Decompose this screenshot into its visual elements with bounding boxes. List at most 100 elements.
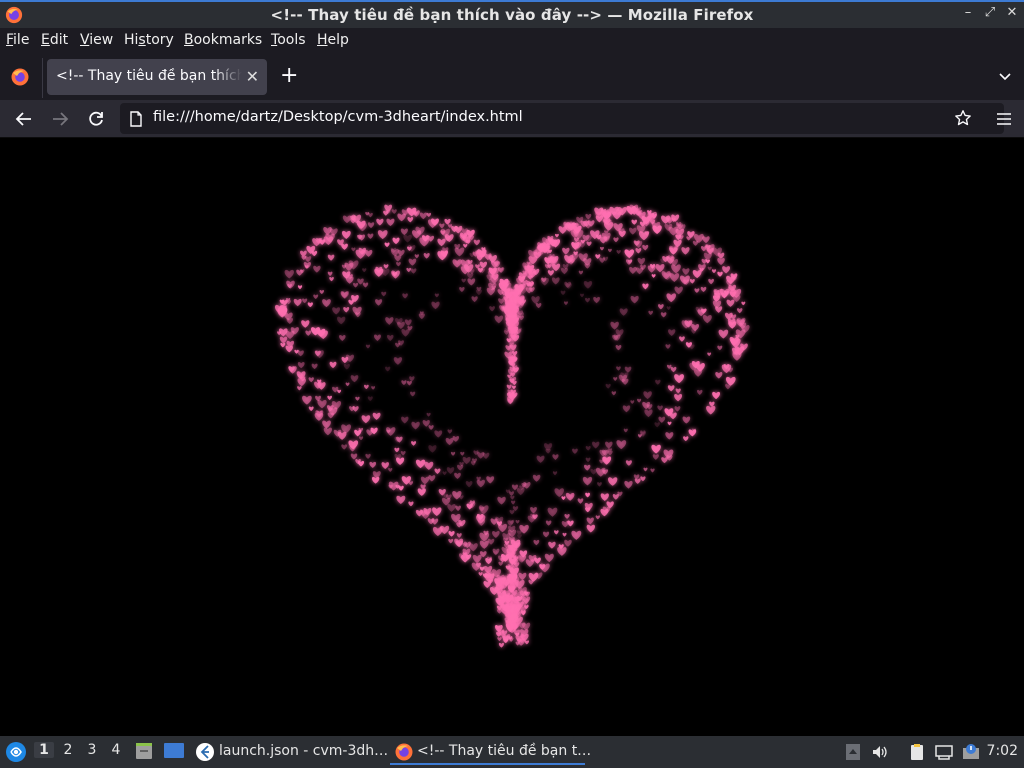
heart-particle xyxy=(339,334,346,341)
tray-up-arrow-icon[interactable] xyxy=(844,743,862,761)
heart-particle xyxy=(394,255,402,262)
heart-particle xyxy=(683,436,689,442)
close-window-button[interactable]: ✕ xyxy=(1002,5,1022,20)
heart-particle xyxy=(385,366,391,372)
heart-particle xyxy=(674,406,681,412)
workspace-4[interactable]: 4 xyxy=(106,742,126,758)
update-notification-icon[interactable] xyxy=(962,743,980,761)
heart-particle xyxy=(327,395,333,401)
heart-animation xyxy=(274,204,750,648)
page-content[interactable] xyxy=(0,138,1024,736)
chevron-down-icon[interactable] xyxy=(998,70,1012,84)
taskbar: 1 2 3 4 launch.json - cvm-3dh… <!-- Thay… xyxy=(0,736,1024,768)
heart-particle xyxy=(478,572,483,577)
bookmark-star-icon[interactable] xyxy=(954,109,972,127)
heart-particle xyxy=(660,312,667,318)
file-manager-icon[interactable] xyxy=(134,741,154,761)
network-icon[interactable] xyxy=(935,743,953,761)
heart-particle xyxy=(385,427,396,436)
heart-particle xyxy=(431,301,440,310)
heart-particle xyxy=(337,389,342,394)
heart-particle xyxy=(624,366,632,373)
heart-particle xyxy=(726,299,735,307)
heart-particle xyxy=(386,218,395,226)
heart-particle xyxy=(375,299,383,306)
heart-particle xyxy=(495,516,504,525)
firefox-view-icon[interactable] xyxy=(10,67,30,87)
heart-particle xyxy=(341,243,348,250)
heart-particle xyxy=(457,464,464,471)
heart-particle xyxy=(313,265,321,273)
heart-particle xyxy=(643,467,648,472)
heart-particle xyxy=(702,315,712,324)
hamburger-menu-icon[interactable] xyxy=(996,111,1012,127)
heart-particle xyxy=(707,352,712,357)
heart-particle xyxy=(652,454,659,460)
menu-bookmarks[interactable]: Bookmarks xyxy=(184,32,262,48)
heart-particle xyxy=(592,441,600,449)
heart-particle xyxy=(498,642,505,648)
heart-particle xyxy=(403,234,412,243)
back-icon[interactable] xyxy=(14,109,34,129)
window-titlebar[interactable]: <!-- Thay tiêu đề bạn thích vào đây --> … xyxy=(0,0,1024,28)
tab-active[interactable]: <!-- Thay tiêu đề bạn thích vào đây --> … xyxy=(47,59,267,95)
heart-particle xyxy=(518,572,527,581)
heart-particle xyxy=(476,479,485,488)
clipboard-icon[interactable] xyxy=(908,743,926,761)
heart-particle xyxy=(625,460,632,466)
heart-particle xyxy=(362,282,369,288)
workspace-2[interactable]: 2 xyxy=(58,742,78,758)
forward-icon[interactable] xyxy=(50,109,70,129)
menu-help[interactable]: Help xyxy=(317,32,349,48)
heart-particle xyxy=(317,399,327,409)
menu-tools[interactable]: Tools xyxy=(271,32,306,48)
url-bar[interactable]: file:///home/dartz/Desktop/cvm-3dheart/i… xyxy=(120,103,1004,134)
heart-particle xyxy=(431,518,439,525)
heart-particle xyxy=(447,429,453,434)
heart-particle xyxy=(381,268,390,277)
taskbar-app-vscode[interactable]: launch.json - cvm-3dh… xyxy=(195,739,388,765)
start-menu-icon[interactable] xyxy=(5,741,27,763)
heart-particle xyxy=(712,391,721,400)
minimize-button[interactable]: – xyxy=(958,5,978,20)
heart-particle xyxy=(681,247,690,255)
heart-particle xyxy=(670,366,677,373)
new-tab-button[interactable]: + xyxy=(280,64,298,88)
heart-particle xyxy=(337,316,346,325)
heart-particle xyxy=(608,477,618,486)
menu-history[interactable]: History xyxy=(124,32,174,48)
heart-particle xyxy=(696,389,703,395)
heart-particle xyxy=(642,283,649,290)
heart-particle xyxy=(634,478,641,484)
tab-close-icon[interactable]: ✕ xyxy=(246,67,259,86)
heart-particle xyxy=(454,247,465,257)
heart-particle xyxy=(668,245,679,255)
heart-particle xyxy=(362,268,367,273)
heart-particle xyxy=(640,476,646,482)
heart-particle xyxy=(582,476,593,486)
reload-icon[interactable] xyxy=(86,109,106,129)
workspace-1[interactable]: 1 xyxy=(34,742,54,758)
heart-particle xyxy=(327,271,333,276)
heart-particle xyxy=(365,344,371,349)
heart-particle xyxy=(398,485,404,491)
heart-particle xyxy=(544,553,554,563)
workspace-3[interactable]: 3 xyxy=(82,742,102,758)
heart-particle xyxy=(305,330,312,336)
menu-view[interactable]: View xyxy=(80,32,113,48)
heart-particle xyxy=(432,526,443,537)
heart-particle xyxy=(547,507,558,517)
heart-particle xyxy=(388,468,393,472)
heart-particle xyxy=(466,272,474,279)
maximize-button[interactable]: ⤢ xyxy=(980,5,1000,20)
show-desktop-icon[interactable] xyxy=(163,741,185,761)
volume-icon[interactable] xyxy=(871,743,889,761)
heart-particle xyxy=(302,298,308,304)
menu-file[interactable]: File xyxy=(6,32,29,48)
heart-particle xyxy=(560,267,568,275)
taskbar-app-firefox[interactable]: <!-- Thay tiêu đề bạn t… xyxy=(390,739,591,765)
heart-particle xyxy=(445,437,454,446)
heart-particle xyxy=(341,264,347,269)
heart-particle xyxy=(401,380,407,386)
menu-edit[interactable]: Edit xyxy=(41,32,68,48)
